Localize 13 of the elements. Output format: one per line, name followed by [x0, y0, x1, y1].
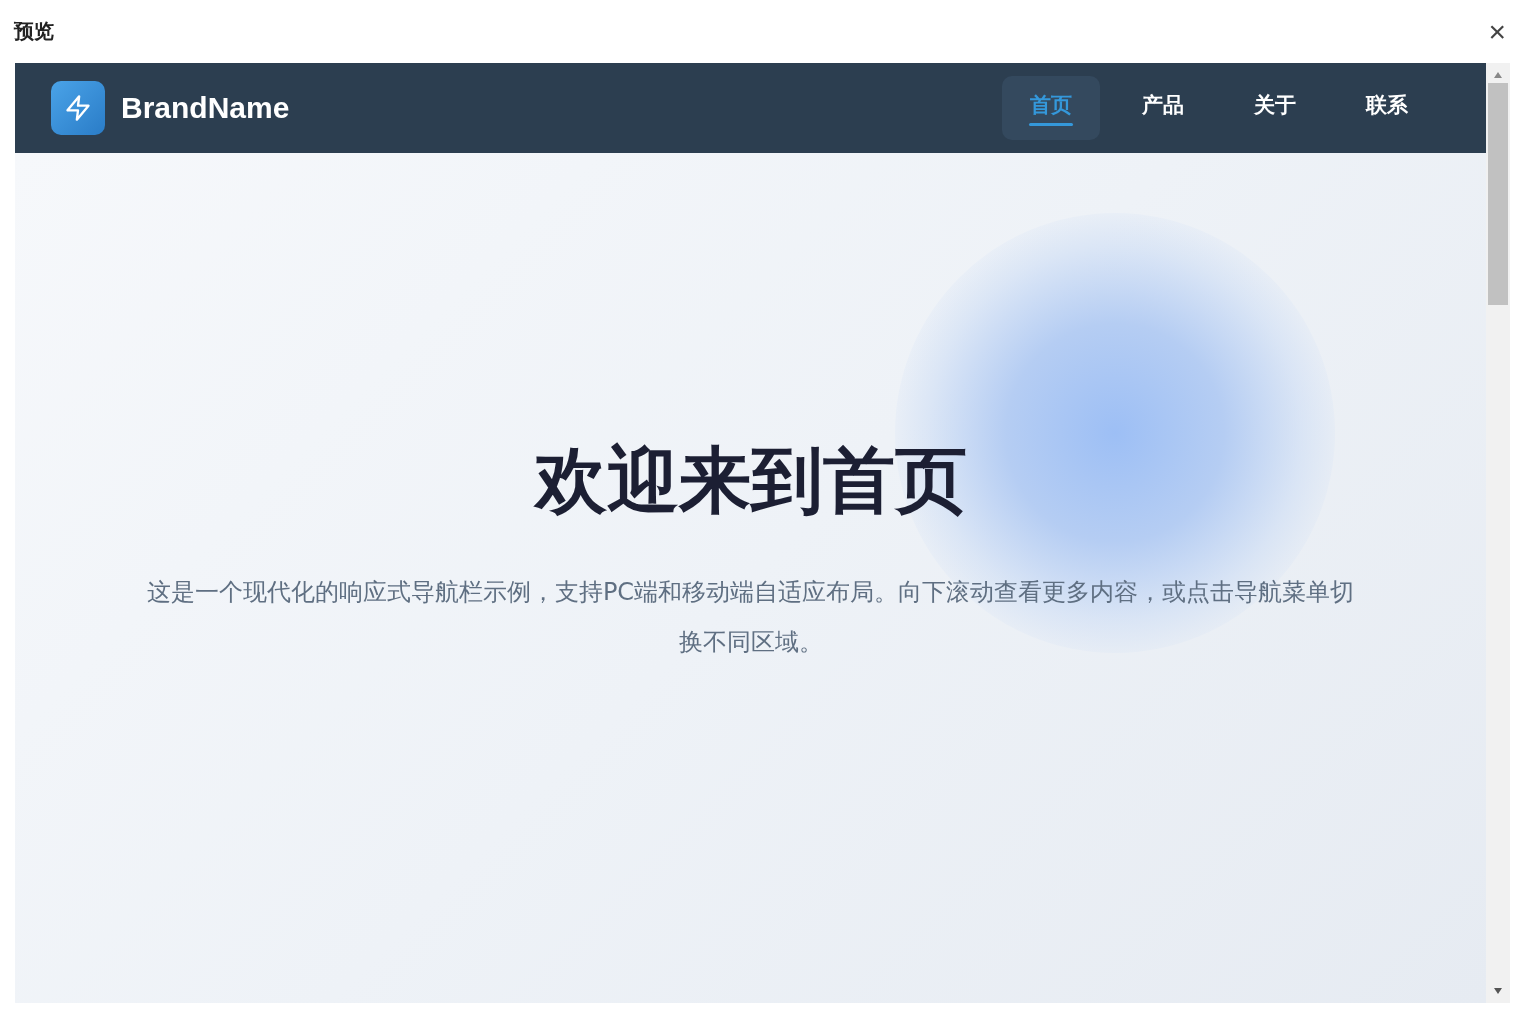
nav-tab[interactable]: 产品 [1114, 76, 1212, 140]
hero-title: 欢迎来到首页 [534, 437, 967, 524]
window-title: 预览 [14, 18, 54, 45]
scroll-up-icon[interactable] [1493, 71, 1503, 79]
scroll-down-icon[interactable] [1493, 987, 1503, 995]
scroll-thumb[interactable] [1488, 83, 1508, 305]
nav-tab[interactable]: 联系 [1338, 76, 1436, 140]
hero-description: 这是一个现代化的响应式导航栏示例，支持PC端和移动端自适应布局。向下滚动查看更多内容，或点击导航菜单切换不同区域。 [145, 577, 1356, 658]
nav-tab[interactable]: 关于 [1226, 76, 1324, 140]
logo-icon [51, 81, 105, 135]
brand-name: BrandName [121, 91, 290, 125]
close-button[interactable]: × [1484, 16, 1510, 47]
scrollbar[interactable] [1486, 63, 1510, 1003]
